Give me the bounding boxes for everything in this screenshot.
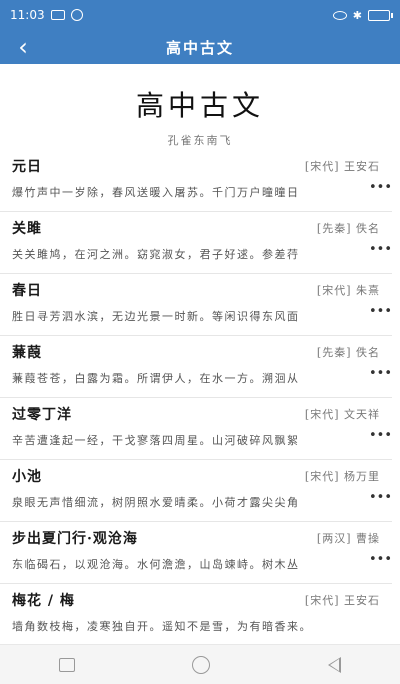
poem-line: 爆竹声中一岁除，春风送暖入屠苏。千门万户曈曈日 [12, 186, 300, 199]
poem-title: 步出夏门行·观沧海 [12, 531, 138, 547]
more-icon[interactable]: ••• [369, 242, 392, 257]
page-subtitle: 孔雀东南飞 [167, 134, 233, 147]
more-icon[interactable]: ••• [369, 366, 392, 381]
list-item[interactable]: 元日 [宋代] 王安石 爆竹声中一岁除，春风送暖入屠苏。千门万户曈曈日 ••• [0, 150, 392, 212]
poem-line: 东临碣石，以观沧海。水何澹澹，山岛竦峙。树木丛 [12, 558, 300, 571]
list-item[interactable]: 步出夏门行·观沧海 [两汉] 曹操 东临碣石，以观沧海。水何澹澹，山岛竦峙。树木… [0, 522, 392, 584]
chevron-left-icon[interactable]: ‹ [10, 33, 36, 61]
poem-title: 春日 [12, 283, 42, 299]
poem-line: 墙角数枝梅，凌寒独自开。遥知不是雪，为有暗香来。 [12, 620, 312, 633]
more-icon[interactable]: ••• [369, 428, 392, 443]
more-icon[interactable]: ••• [369, 490, 392, 505]
poem-title: 小池 [12, 469, 42, 485]
signal-icon [70, 9, 83, 21]
poem-line: 辛苦遭逢起一经，干戈寥落四周星。山河破碎风飘絮 [12, 434, 300, 447]
status-bar: 11:03 ✱ [0, 0, 400, 30]
poem-meta: [宋代] 朱熹 [316, 284, 380, 297]
more-icon[interactable]: ••• [369, 552, 392, 567]
poem-title: 蒹葭 [12, 345, 42, 361]
bluetooth-icon: ✱ [352, 8, 362, 22]
poem-title: 梅花 / 梅 [12, 593, 75, 609]
poem-meta: [宋代] 王安石 [304, 160, 380, 173]
poem-meta: [宋代] 杨万里 [304, 470, 380, 483]
list-item[interactable]: 过零丁洋 [宋代] 文天祥 辛苦遭逢起一经，干戈寥落四周星。山河破碎风飘絮 ••… [0, 398, 392, 460]
poem-title: 关雎 [12, 221, 42, 237]
poem-meta: [宋代] 文天祥 [304, 408, 380, 421]
poem-line: 胜日寻芳泗水滨，无边光景一时新。等闲识得东风面 [12, 310, 300, 323]
more-icon[interactable]: ••• [369, 304, 392, 319]
status-left: 11:03 [10, 8, 83, 22]
page-header: 高中古文 孔雀东南飞 [0, 64, 400, 147]
recent-apps-icon[interactable] [58, 657, 75, 672]
page-title: 高中古文 [135, 89, 264, 122]
more-icon[interactable]: ••• [369, 180, 392, 195]
back-icon[interactable] [328, 656, 342, 673]
list-item[interactable]: 关雎 [先秦] 佚名 关关雎鸠，在河之洲。窈窕淑女，君子好逑。参差荇 ••• [0, 212, 392, 274]
poem-meta: [宋代] 王安石 [304, 594, 380, 607]
poem-title: 过零丁洋 [12, 407, 72, 423]
list-item[interactable]: 春日 [宋代] 朱熹 胜日寻芳泗水滨，无边光景一时新。等闲识得东风面 ••• [0, 274, 392, 336]
poem-line: 蒹葭苍苍，白露为霜。所谓伊人，在水一方。溯洄从 [12, 372, 300, 385]
poem-line: 泉眼无声惜细流，树阴照水爱晴柔。小荷才露尖尖角 [12, 496, 300, 509]
nav-title: 高中古文 [165, 38, 234, 57]
list-item[interactable]: 梅花 / 梅 [宋代] 王安石 墙角数枝梅，凌寒独自开。遥知不是雪，为有暗香来。 [0, 584, 392, 646]
poem-meta: [先秦] 佚名 [316, 222, 380, 235]
status-right: ✱ [332, 8, 393, 22]
poem-meta: [两汉] 曹操 [316, 532, 380, 545]
poem-title: 元日 [12, 159, 42, 175]
status-time: 11:03 [10, 8, 45, 22]
poem-meta: [先秦] 佚名 [316, 346, 380, 359]
list-item[interactable]: 蒹葭 [先秦] 佚名 蒹葭苍苍，白露为霜。所谓伊人，在水一方。溯洄从 ••• [0, 336, 392, 398]
message-icon [50, 10, 65, 20]
poem-list: 元日 [宋代] 王安石 爆竹声中一岁除，春风送暖入屠苏。千门万户曈曈日 ••• … [0, 150, 400, 646]
list-item[interactable]: 小池 [宋代] 杨万里 泉眼无声惜细流，树阴照水爱晴柔。小荷才露尖尖角 ••• [0, 460, 392, 522]
home-icon[interactable] [192, 655, 211, 674]
battery-icon [368, 9, 393, 21]
eye-icon [332, 10, 347, 20]
system-nav-bar [0, 644, 400, 684]
nav-bar: ‹ 高中古文 [0, 30, 400, 64]
poem-line: 关关雎鸠，在河之洲。窈窕淑女，君子好逑。参差荇 [12, 248, 300, 261]
